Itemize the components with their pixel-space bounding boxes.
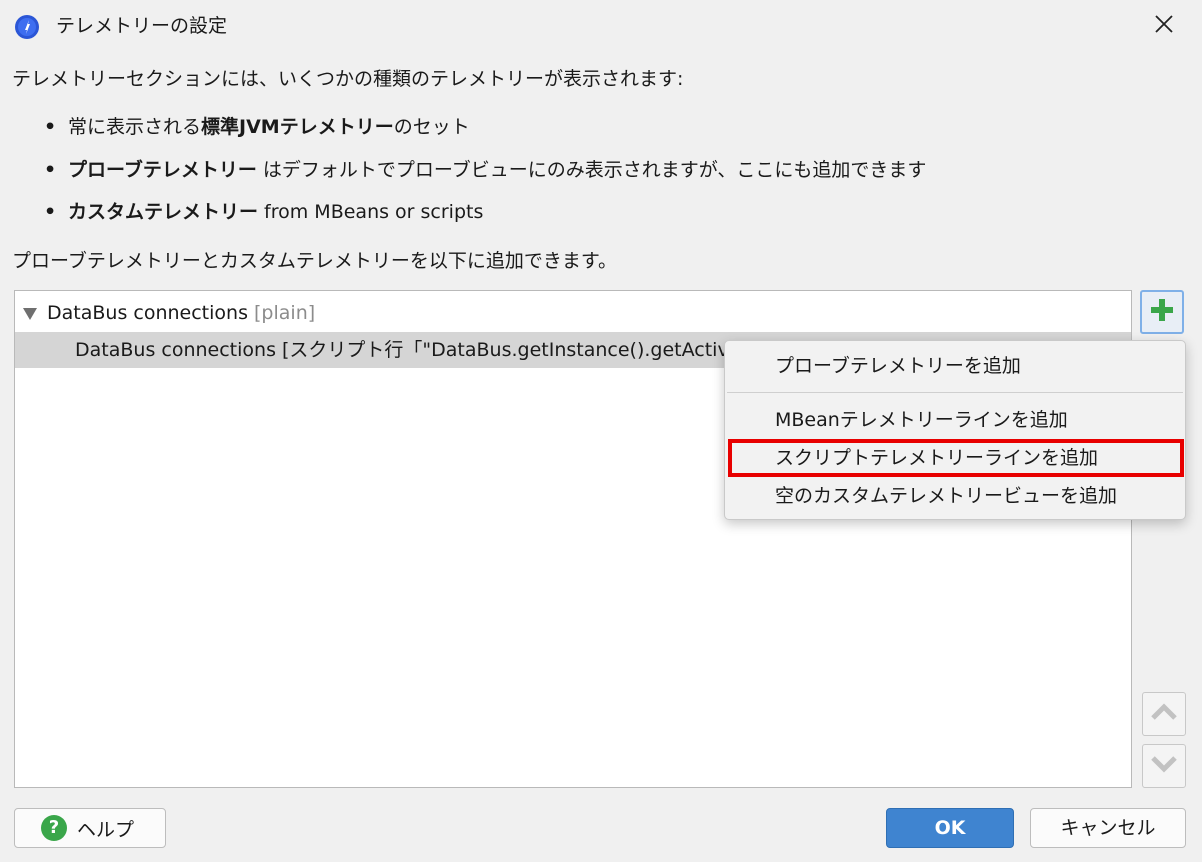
close-icon [1154,14,1174,38]
bullet-probe-telemetry: • プローブテレメトリー はデフォルトでプローブビューにのみ表示されますが、ここに… [44,157,926,183]
bullet-bold: カスタムテレメトリー [68,201,259,223]
bullet-standard-jvm: • 常に表示される標準JVMテレメトリーのセット [44,114,470,140]
tree-row[interactable]: DataBus connections [plain] [15,295,1131,331]
bullet-suffix: from MBeans or scripts [258,201,484,223]
tree-item-label: DataBus connections [スクリプト行「"DataBus.get… [75,339,741,361]
bullet-bold: 標準JVMテレメトリー [201,116,394,138]
add-hint-text: プローブテレメトリーとカスタムテレメトリーを以下に追加できます。 [12,250,617,272]
menu-item-add-probe-telemetry[interactable]: プローブテレメトリーを追加 [725,347,1185,385]
app-logo-icon [14,14,40,40]
bullet-suffix: はデフォルトでプローブビューにのみ表示されますが、ここにも追加できます [256,159,927,181]
bullet-prefix: 常に表示される [68,116,202,138]
chevron-down-icon [1150,754,1178,778]
intro-text: テレメトリーセクションには、いくつかの種類のテレメトリーが表示されます: [12,68,684,90]
menu-item-label: MBeanテレメトリーラインを追加 [775,409,1068,431]
add-button[interactable] [1140,290,1184,334]
menu-item-add-empty-custom-view[interactable]: 空のカスタムテレメトリービューを追加 [725,477,1185,515]
menu-item-add-script-telemetry[interactable]: スクリプトテレメトリーラインを追加 [728,439,1184,477]
plus-icon [1149,297,1175,327]
menu-separator [727,392,1183,393]
ok-button[interactable]: OK [886,808,1014,848]
bullet-dot: • [44,116,57,138]
move-down-button[interactable] [1142,744,1186,788]
menu-item-add-mbean-telemetry[interactable]: MBeanテレメトリーラインを追加 [725,401,1185,439]
bullet-suffix: のセット [393,116,470,138]
bullet-dot: • [44,159,57,181]
help-button[interactable]: ? ヘルプ [14,808,166,848]
tree-item-label: DataBus connections [plain] [47,302,316,324]
menu-item-label: 空のカスタムテレメトリービューを追加 [775,485,1118,507]
help-question-icon: ? [41,815,67,841]
bullet-bold: プローブテレメトリー [68,159,257,181]
bullet-dot: • [44,201,57,223]
menu-item-label: プローブテレメトリーを追加 [775,355,1021,377]
move-up-button[interactable] [1142,692,1186,736]
menu-item-label: スクリプトテレメトリーラインを追加 [775,447,1099,469]
title-bar: テレメトリーの設定 [0,0,1202,52]
close-button[interactable] [1142,6,1186,46]
tree-item-tag: [plain] [254,302,316,324]
window-title: テレメトリーの設定 [56,15,228,37]
expand-triangle-icon[interactable] [23,308,37,320]
bullet-custom-telemetry: • カスタムテレメトリー from MBeans or scripts [44,199,483,225]
cancel-button[interactable]: キャンセル [1030,808,1186,848]
add-popup-menu: プローブテレメトリーを追加 MBeanテレメトリーラインを追加 スクリプトテレメ… [724,340,1186,520]
chevron-up-icon [1150,702,1178,726]
help-label: ヘルプ [77,818,135,841]
